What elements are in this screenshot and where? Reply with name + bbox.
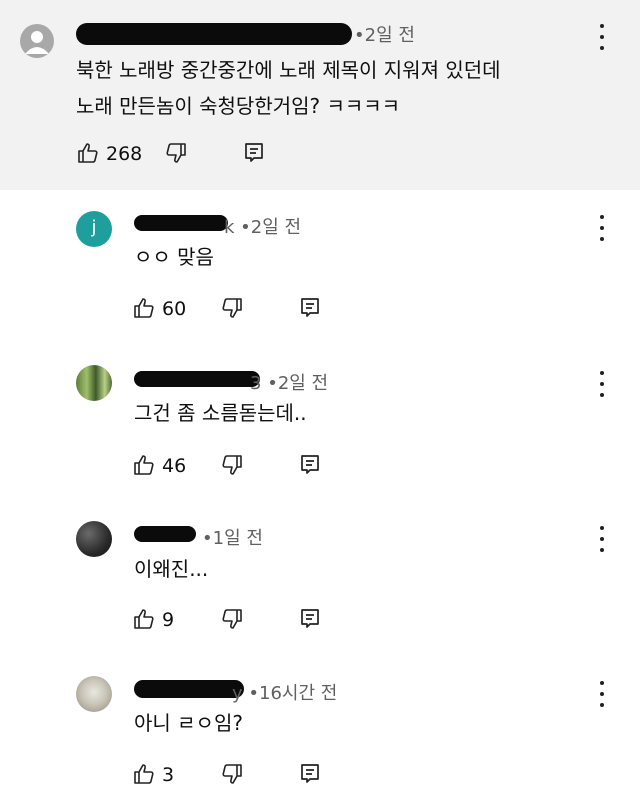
separator: • [354, 25, 365, 46]
reply-icon [301, 764, 319, 783]
comment-text: 그건 좀 소름돋는데.. [134, 401, 307, 425]
thumbs-up-icon [134, 609, 154, 629]
redacted-username [76, 23, 352, 45]
thumbs-up-icon [134, 764, 154, 784]
dislike-button[interactable] [164, 141, 188, 165]
reply-button[interactable] [298, 296, 322, 320]
comment-actions: 60 [132, 296, 332, 322]
redacted-username [134, 215, 228, 231]
reply-button[interactable] [298, 762, 322, 786]
reply-icon [245, 143, 263, 162]
redacted-username [134, 526, 196, 542]
separator: • [267, 373, 278, 394]
comment-actions: 9 [132, 607, 332, 633]
like-count: 268 [106, 143, 143, 165]
like-button[interactable] [76, 141, 100, 165]
separator: • [248, 683, 260, 704]
like-count: 3 [162, 764, 175, 786]
comment-time: 2일 전 [277, 373, 329, 394]
reply-icon [301, 298, 319, 317]
thumbs-down-icon [222, 609, 242, 629]
comment-actions: 3 [132, 762, 332, 788]
like-button[interactable] [132, 453, 156, 477]
dislike-button[interactable] [220, 453, 244, 477]
more-vert-icon[interactable] [598, 24, 606, 50]
thumbs-down-icon [222, 764, 242, 784]
comment-text-line-1: 북한 노래방 중간중간에 노래 제목이 지워져 있던데 [76, 58, 501, 82]
separator: • [202, 528, 213, 549]
more-vert-icon[interactable] [598, 371, 606, 397]
redacted-username [134, 371, 260, 387]
reply-button[interactable] [242, 141, 266, 165]
more-vert-icon[interactable] [598, 681, 606, 707]
comment-time: 16시간 전 [259, 683, 338, 704]
dislike-button[interactable] [220, 607, 244, 631]
reply-button[interactable] [298, 607, 322, 631]
more-vert-icon[interactable] [598, 526, 606, 552]
like-button[interactable] [132, 607, 156, 631]
comment-meta: •2일 전 [354, 21, 415, 47]
comment-meta: y •16시간 전 [232, 679, 337, 705]
comment-text: ㅇㅇ 맞음 [134, 245, 214, 269]
reply-icon [301, 609, 319, 628]
like-count: 60 [162, 298, 187, 320]
thumbs-up-icon [134, 298, 154, 318]
avatar-letter: j [91, 217, 97, 238]
comment-meta: 3 •2일 전 [250, 369, 328, 395]
username-suffix: y [232, 683, 243, 704]
avatar[interactable] [76, 676, 112, 712]
separator: • [240, 217, 251, 238]
comment-meta: •1일 전 [202, 524, 263, 550]
thumbs-up-icon [134, 455, 154, 475]
dislike-button[interactable] [220, 762, 244, 786]
like-count: 46 [162, 455, 187, 477]
like-count: 9 [162, 609, 175, 631]
reply-button[interactable] [298, 453, 322, 477]
more-vert-icon[interactable] [598, 215, 606, 241]
avatar[interactable] [76, 521, 112, 557]
reply-icon [301, 455, 319, 474]
comment-text: 이왜진... [134, 557, 209, 581]
username-suffix: 3 [250, 373, 262, 394]
comment-meta: k •2일 전 [224, 213, 301, 239]
comment-time: 2일 전 [364, 25, 415, 46]
like-button[interactable] [132, 762, 156, 786]
redacted-username [134, 680, 244, 698]
like-button[interactable] [132, 296, 156, 320]
comment-actions: 268 [76, 141, 276, 167]
comment-text-line-2: 노래 만든놈이 숙청당한거임? ㅋㅋㅋㅋ [76, 94, 401, 118]
thumbs-down-icon [166, 143, 186, 163]
username-suffix: k [224, 217, 235, 238]
thumbs-down-icon [222, 298, 242, 318]
thumbs-up-icon [78, 143, 98, 163]
comment-text: 아니 ㄹㅇ임? [134, 711, 243, 735]
thumbs-down-icon [222, 455, 242, 475]
avatar[interactable] [76, 365, 112, 401]
comment-time: 1일 전 [212, 528, 263, 549]
avatar[interactable]: j [76, 211, 112, 247]
comment-time: 2일 전 [250, 217, 302, 238]
default-avatar-icon[interactable] [20, 24, 54, 58]
dislike-button[interactable] [220, 296, 244, 320]
comment-actions: 46 [132, 453, 332, 479]
